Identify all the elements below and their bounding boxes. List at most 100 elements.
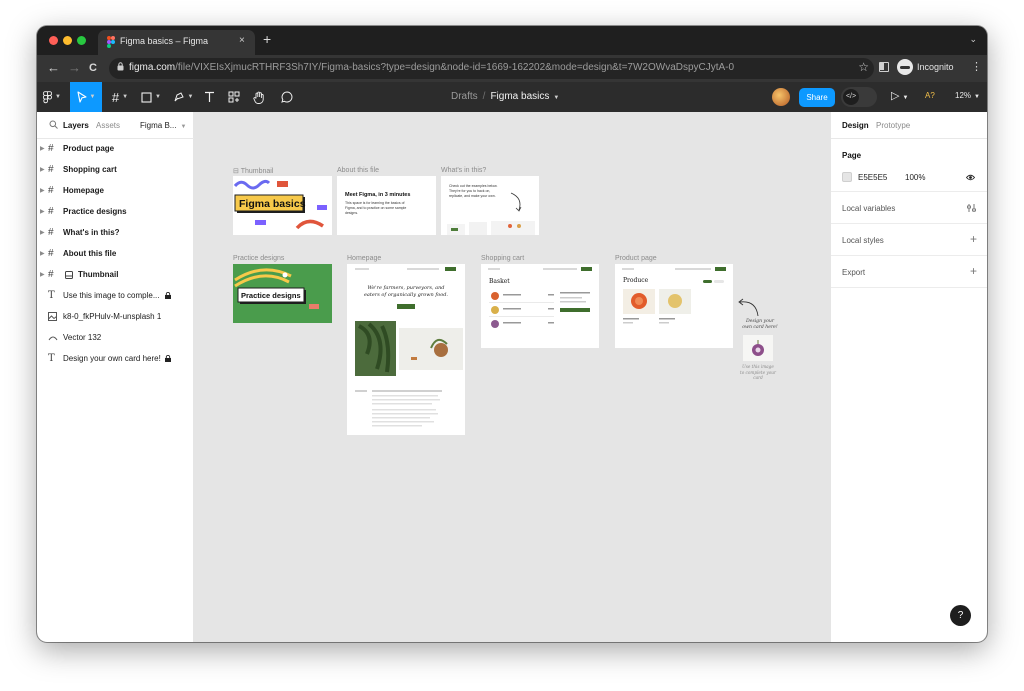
variables-icon[interactable] (967, 203, 977, 213)
cursor-icon (76, 91, 87, 103)
zoom-menu[interactable]: 12% ▼ (955, 91, 980, 100)
comment-tool-button[interactable] (277, 82, 297, 112)
back-button[interactable]: ← (47, 60, 60, 75)
frame-label-whats-in-this[interactable]: What's in this? (441, 167, 486, 174)
frame-homepage[interactable]: We're farmers, purveyors, and eaters of … (347, 264, 465, 435)
layer-shopping-cart[interactable]: ▶ # Shopping cart (37, 160, 194, 180)
bookmark-star-icon[interactable]: ☆ (858, 60, 869, 74)
browser-tab[interactable]: Figma basics – Figma × (98, 30, 255, 55)
browser-menu-icon[interactable]: ⋮ (971, 60, 982, 73)
thumbnail-icon (65, 271, 73, 279)
layer-vector-132[interactable]: Vector 132 (37, 328, 194, 348)
reload-button[interactable]: C (89, 62, 97, 74)
share-button[interactable]: Share (799, 88, 835, 107)
tab-assets[interactable]: Assets (96, 121, 120, 130)
frame-label-product-page[interactable]: Product page (615, 255, 657, 262)
tab-prototype[interactable]: Prototype (876, 121, 910, 130)
layer-thumbnail[interactable]: ▶ # Thumbnail (37, 265, 194, 285)
layer-product-page[interactable]: ▶ # Product page (37, 139, 194, 159)
page-color-swatch[interactable] (842, 172, 852, 182)
url-field[interactable]: figma.com/file/VIXEIsXjmucRTHRF3Sh7IY/Fi… (109, 58, 874, 79)
accessibility-button[interactable]: A? (925, 91, 935, 100)
layer-label: Vector 132 (63, 333, 102, 342)
tab-search-chevron-icon[interactable]: ⌄ (969, 34, 977, 45)
file-name[interactable]: Figma basics (490, 91, 549, 102)
main-menu-button[interactable]: ▼ (37, 82, 67, 112)
frame-tool-button[interactable]: # ▼ (107, 82, 133, 112)
local-styles-label: Local styles (842, 236, 884, 245)
layer-homepage[interactable]: ▶ # Homepage (37, 181, 194, 201)
local-styles-section[interactable]: Local styles + (831, 224, 987, 256)
expand-arrow-icon[interactable]: ▶ (40, 229, 45, 236)
chevron-down-icon[interactable]: ▼ (553, 95, 559, 101)
design-your-own-card-note[interactable]: Design your own card here! (742, 319, 778, 331)
code-icon: </> (843, 89, 859, 105)
frame-whats-in-this[interactable]: Check out the examples below. They're fo… (441, 176, 539, 235)
expand-arrow-icon[interactable]: ▶ (40, 250, 45, 257)
use-this-image-note[interactable]: Use this image to complete your card (740, 364, 776, 381)
add-export-plus-icon[interactable]: + (970, 264, 977, 278)
present-button[interactable]: ▷ ▼ (891, 89, 908, 102)
frame-product-page[interactable]: Produce (615, 264, 733, 348)
onion-image-icon (752, 340, 764, 356)
layer-practice-designs[interactable]: ▶ # Practice designs (37, 202, 194, 222)
lock-icon[interactable] (165, 292, 171, 299)
lock-icon[interactable] (165, 355, 171, 362)
frame-label-about[interactable]: About this file (337, 167, 379, 174)
figma-logo-icon (43, 90, 53, 103)
eye-icon[interactable] (966, 173, 975, 182)
layer-about-this-file[interactable]: ▶ # About this file (37, 244, 194, 264)
design-canvas[interactable]: ⊟ Thumbnail Figma basics About this file… (194, 112, 830, 642)
frame-shopping-cart[interactable]: Basket (481, 264, 599, 348)
url-host: figma.com (129, 62, 176, 73)
local-variables-section[interactable]: Local variables (831, 192, 987, 224)
close-window-button[interactable] (49, 36, 58, 45)
help-button[interactable]: ? (950, 605, 971, 626)
frame-about-this-file[interactable]: Meet Figma, in 3 minutes This space is f… (337, 176, 436, 235)
layer-label: What's in this? (63, 228, 120, 237)
tab-design[interactable]: Design (842, 121, 869, 130)
expand-arrow-icon[interactable]: ▶ (40, 271, 45, 278)
tab-layers[interactable]: Layers (63, 121, 89, 130)
export-section[interactable]: Export + (831, 256, 987, 288)
add-style-plus-icon[interactable]: + (970, 232, 977, 246)
frame-label-thumbnail[interactable]: ⊟ Thumbnail (233, 167, 273, 175)
new-tab-button[interactable]: + (263, 31, 271, 47)
resources-tool-button[interactable] (225, 82, 243, 112)
page-color-hex[interactable]: E5E5E5 (858, 173, 887, 182)
page-color-opacity[interactable]: 100% (905, 173, 925, 182)
incognito-label[interactable]: Incognito (917, 62, 954, 72)
breadcrumb-drafts[interactable]: Drafts (451, 91, 478, 102)
maximize-window-button[interactable] (77, 36, 86, 45)
frame-label-homepage[interactable]: Homepage (347, 255, 381, 262)
side-panel-icon[interactable] (879, 62, 889, 72)
minimize-window-button[interactable] (63, 36, 72, 45)
export-label: Export (842, 268, 866, 277)
layer-whats-in-this[interactable]: ▶ # What's in this? (37, 223, 194, 243)
frame-practice-designs[interactable]: Practice designs (233, 264, 332, 323)
expand-arrow-icon[interactable]: ▶ (40, 145, 45, 152)
unsplash-image[interactable] (743, 335, 773, 361)
page-selector[interactable]: Figma B... ▼ (140, 121, 186, 130)
layer-unsplash-image[interactable]: k8-0_fkPHulv-M-unsplash 1 (37, 307, 194, 327)
forward-button[interactable]: → (68, 60, 81, 75)
incognito-icon[interactable] (897, 59, 913, 75)
move-tool-button[interactable]: ▼ (70, 82, 102, 112)
frame-label-shopping-cart[interactable]: Shopping cart (481, 255, 524, 262)
search-icon[interactable] (49, 120, 58, 129)
expand-arrow-icon[interactable]: ▶ (40, 166, 45, 173)
layer-design-your-own-text[interactable]: T Design your own card here! (37, 349, 194, 369)
frame-thumbnail[interactable]: Figma basics (233, 176, 332, 235)
hand-tool-button[interactable] (249, 82, 269, 112)
expand-arrow-icon[interactable]: ▶ (40, 187, 45, 194)
text-tool-button[interactable] (200, 82, 218, 112)
pen-tool-button[interactable]: ▼ (169, 82, 197, 112)
shape-tool-button[interactable]: ▼ (137, 82, 165, 112)
close-tab-icon[interactable]: × (239, 35, 245, 46)
layer-use-this-image-text[interactable]: T Use this image to comple... (37, 286, 194, 306)
expand-arrow-icon[interactable]: ▶ (40, 208, 45, 215)
right-panel-tabs: Design Prototype (831, 112, 987, 139)
frame-label-practice[interactable]: Practice designs (233, 255, 284, 262)
user-avatar[interactable] (772, 88, 790, 106)
dev-mode-toggle[interactable]: </> (841, 87, 877, 107)
